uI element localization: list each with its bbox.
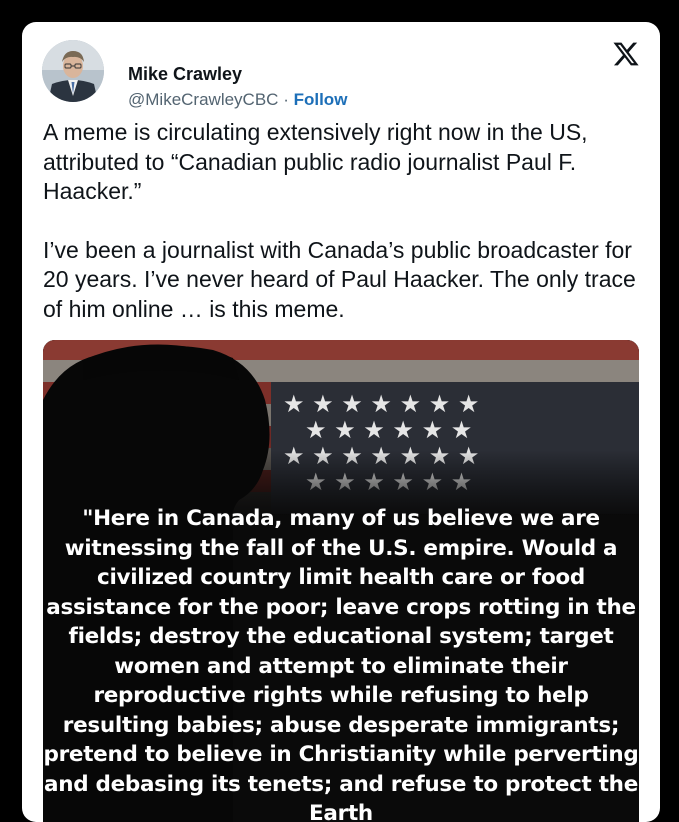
tweet-card: Mike Crawley @MikeCrawleyCBC · Follow A … [22, 22, 660, 822]
avatar[interactable] [42, 40, 104, 102]
follow-button[interactable]: Follow [294, 90, 348, 109]
handle-line: @MikeCrawleyCBC · Follow [128, 90, 347, 110]
tweet-header: Mike Crawley @MikeCrawleyCBC · Follow [42, 40, 642, 109]
author-name[interactable]: Mike Crawley [128, 64, 242, 85]
tweet-text: A meme is circulating extensively right … [43, 118, 643, 353]
tweet-paragraph-1: A meme is circulating extensively right … [43, 119, 588, 204]
svg-text:★ ★ ★ ★ ★ ★: ★ ★ ★ ★ ★ ★ [305, 416, 472, 444]
tweet-paragraph-2: I’ve been a journalist with Canada’s pub… [43, 236, 636, 322]
x-logo-icon[interactable] [612, 40, 640, 68]
meme-image[interactable]: ★ ★ ★ ★ ★ ★ ★ ★ ★ ★ ★ ★ ★ ★ ★ ★ ★ ★ ★ ★ … [43, 340, 639, 822]
svg-text:★ ★ ★ ★ ★ ★ ★: ★ ★ ★ ★ ★ ★ ★ [283, 390, 479, 418]
author-handle[interactable]: @MikeCrawleyCBC [128, 90, 278, 109]
meme-quote: "Here in Canada, many of us believe we a… [43, 506, 639, 822]
separator: · [283, 90, 289, 109]
